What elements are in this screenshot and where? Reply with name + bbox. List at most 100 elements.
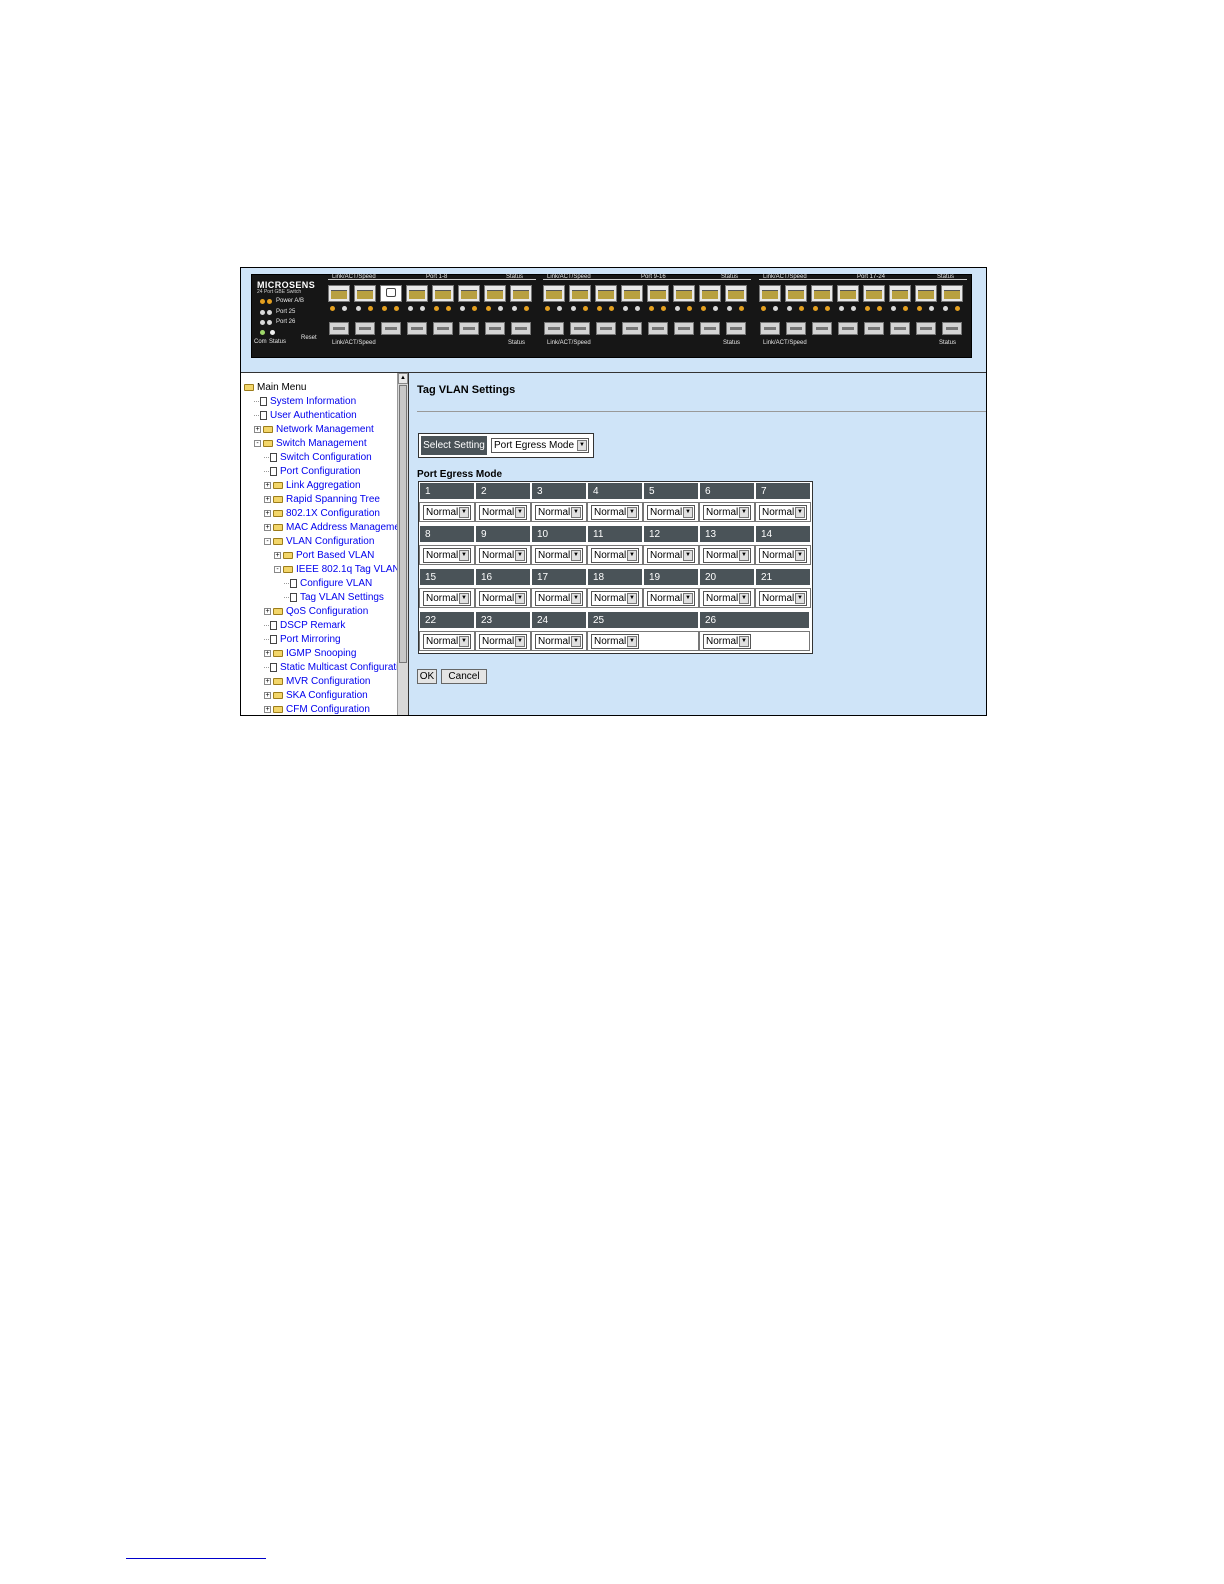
port-egress-mode-select[interactable]: Normal ▼ [535,548,583,563]
scroll-thumb[interactable] [399,385,407,663]
expand-icon[interactable]: + [264,649,271,657]
port-egress-mode-select[interactable]: Normal ▼ [535,505,583,520]
port-link-led [813,306,818,311]
port-mode-cell: Normal ▼ [419,545,475,565]
select-setting-box: Select Setting Port Egress Mode ▼ [418,433,594,458]
port-header: 1 [419,482,475,500]
sidebar-item-qos-configuration[interactable]: + QoS Configuration [264,605,368,619]
port-egress-mode-select[interactable]: Normal ▼ [591,634,639,649]
sidebar-item-port-configuration[interactable]: Port Configuration [264,465,361,479]
port-egress-mode-select[interactable]: Normal ▼ [479,548,527,563]
sidebar-item-port-mirroring[interactable]: Port Mirroring [264,633,341,647]
port-egress-mode-select[interactable]: Normal ▼ [479,505,527,520]
expand-icon[interactable]: + [254,425,261,433]
port-status-led [498,306,503,311]
port-egress-mode-select[interactable]: Normal ▼ [423,548,471,563]
port-egress-mode-select[interactable]: Normal ▼ [423,634,471,649]
port-mode-cell: Normal ▼ [755,502,811,522]
footnote-divider [126,1558,266,1559]
dropdown-arrow-icon: ▼ [739,636,749,647]
sidebar-item-ska-configuration[interactable]: + SKA Configuration [264,689,368,703]
port-egress-mode-select[interactable]: Normal ▼ [591,548,639,563]
sidebar-item-network-management[interactable]: + Network Management [254,423,374,437]
port-group-label-bottom-left: Link/ACT/Speed [763,340,807,346]
port-mode-cell: Normal ▼ [643,588,699,608]
port-egress-mode-value: Normal [482,593,515,604]
port-egress-mode-select[interactable]: Normal ▼ [647,548,695,563]
sidebar-item-main-menu[interactable]: Main Menu [244,381,306,395]
port-link-led [434,306,439,311]
switch-model-subtitle: 24 Port GBE Switch [257,289,302,295]
sidebar-scrollbar[interactable]: ▲ [397,373,408,715]
sidebar-item-mvr-configuration[interactable]: + MVR Configuration [264,675,370,689]
sidebar-item-switch-configuration[interactable]: Switch Configuration [264,451,372,465]
sidebar-item-vlan-configuration[interactable]: - VLAN Configuration [264,535,374,549]
port-egress-mode-select[interactable]: Normal ▼ [423,591,471,606]
rj45-port [406,285,428,302]
cancel-button[interactable]: Cancel [441,669,487,684]
sidebar-item-configure-vlan[interactable]: Configure VLAN [284,577,372,591]
rj45-port [915,285,937,302]
sidebar-item-ieee-802-1q-tag-vlan[interactable]: - IEEE 802.1q Tag VLAN [274,563,397,577]
rj45-port [432,285,454,302]
sidebar-item-user-authentication[interactable]: User Authentication [254,409,357,423]
expand-icon[interactable]: + [264,607,271,615]
sidebar-item-igmp-snooping[interactable]: + IGMP Snooping [264,647,356,661]
collapse-icon[interactable]: - [254,439,261,447]
port-egress-mode-select[interactable]: Normal ▼ [479,634,527,649]
collapse-icon[interactable]: - [264,537,271,545]
sidebar-item-switch-management[interactable]: - Switch Management [254,437,367,451]
dropdown-arrow-icon: ▼ [459,550,469,561]
port-egress-mode-value: Normal [426,550,459,561]
sidebar-item-mac-address-managemen[interactable]: + MAC Address Managemen [264,521,397,535]
expand-icon[interactable]: + [264,691,271,699]
sidebar-item-802-1x-configuration[interactable]: +802.1X Configuration [264,507,380,521]
port-link-led [675,306,680,311]
port-egress-mode-select[interactable]: Normal ▼ [703,634,751,649]
expand-icon[interactable]: + [264,677,271,685]
sidebar-item-link-aggregation[interactable]: + Link Aggregation [264,479,361,493]
port-link-led [382,306,387,311]
port-egress-mode-select[interactable]: Normal ▼ [535,591,583,606]
dropdown-arrow-icon: ▼ [515,593,525,604]
expand-icon[interactable]: + [264,705,271,713]
port-link-led [891,306,896,311]
port-egress-mode-select[interactable]: Normal ▼ [647,591,695,606]
port-egress-mode-select[interactable]: Normal ▼ [535,634,583,649]
sidebar-item-port-based-vlan[interactable]: + Port Based VLAN [274,549,374,563]
port-egress-mode-select[interactable]: Normal ▼ [759,505,807,520]
expand-icon[interactable]: + [264,523,271,531]
scroll-up-arrow-icon[interactable]: ▲ [398,373,408,384]
sidebar-item-rapid-spanning-tree[interactable]: + Rapid Spanning Tree [264,493,380,507]
expand-icon[interactable]: + [264,481,271,489]
port-egress-mode-select[interactable]: Normal ▼ [759,548,807,563]
expand-icon[interactable]: + [274,551,281,559]
port-header: 20 [699,568,755,586]
sidebar-item-cfm-configuration[interactable]: + CFM Configuration [264,703,370,715]
port-egress-mode-select[interactable]: Normal ▼ [591,591,639,606]
port-egress-mode-value: Normal [650,593,683,604]
port-egress-mode-select[interactable]: Normal ▼ [703,505,751,520]
dropdown-arrow-icon: ▼ [683,550,693,561]
port-egress-mode-select[interactable]: Normal ▼ [759,591,807,606]
port-egress-mode-select[interactable]: Normal ▼ [703,548,751,563]
expand-icon[interactable]: + [264,495,271,503]
ok-button[interactable]: OK [417,669,437,684]
port25-led [260,310,265,315]
sidebar-item-dscp-remark[interactable]: DSCP Remark [264,619,345,633]
expand-icon[interactable]: + [264,509,271,517]
select-setting-dropdown[interactable]: Port Egress Mode ▼ [491,438,589,453]
port-egress-mode-select[interactable]: Normal ▼ [703,591,751,606]
port-egress-mode-select[interactable]: Normal ▼ [479,591,527,606]
sidebar-item-static-multicast-configuratio[interactable]: Static Multicast Configuratio [264,661,397,675]
sidebar-item-system-information[interactable]: System Information [254,395,356,409]
port-status-led [903,306,908,311]
port-egress-mode-select[interactable]: Normal ▼ [423,505,471,520]
port-egress-mode-select[interactable]: Normal ▼ [647,505,695,520]
port-egress-mode-select[interactable]: Normal ▼ [591,505,639,520]
dropdown-arrow-icon: ▼ [515,507,525,518]
sfp-slot [459,322,479,335]
collapse-icon[interactable]: - [274,565,281,573]
folder-icon [273,607,283,615]
sidebar-item-tag-vlan-settings[interactable]: Tag VLAN Settings [284,591,384,605]
